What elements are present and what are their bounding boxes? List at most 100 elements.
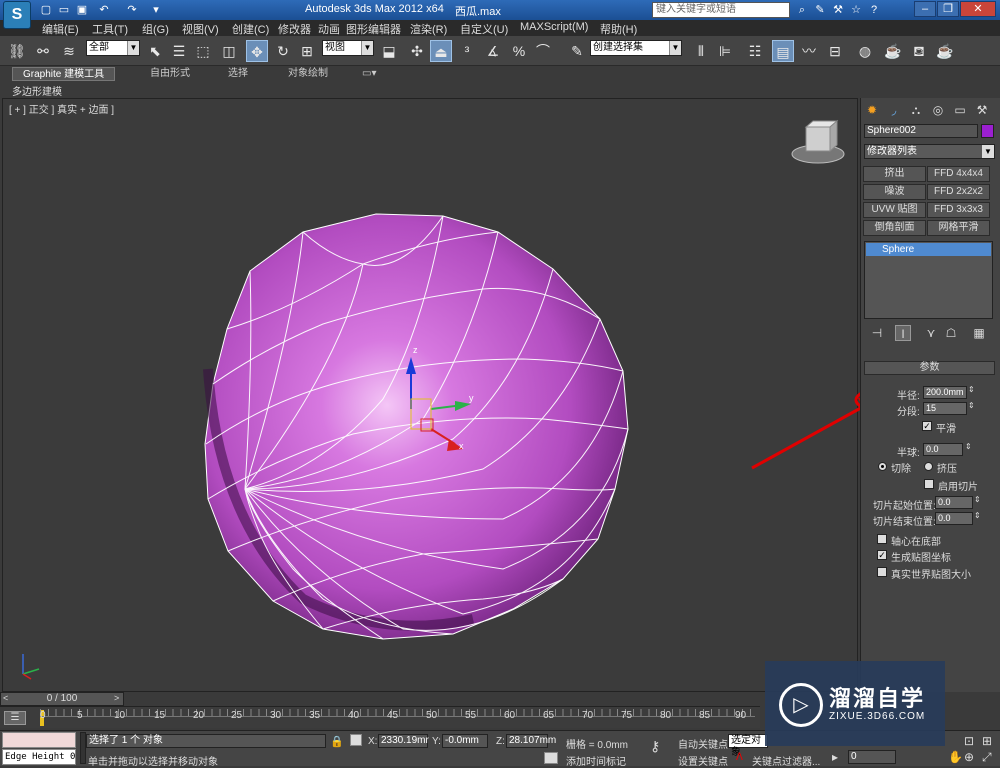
pivot-center-icon[interactable]: ⬓ — [378, 40, 400, 62]
show-end-result-icon[interactable]: I — [895, 325, 911, 341]
x-coordinate-input[interactable]: 2330.19mr — [378, 734, 429, 748]
percent-snap-icon[interactable]: % — [508, 40, 530, 62]
slice-to-spinner-icon[interactable]: ⇕ — [974, 511, 981, 520]
render-frame-icon[interactable]: ⛾ — [908, 40, 930, 62]
menu-modifiers[interactable]: 修改器 — [278, 21, 311, 37]
stack-item-sphere[interactable]: Sphere — [866, 243, 991, 256]
segments-input[interactable]: 15 — [923, 402, 967, 415]
window-crossing-icon[interactable]: ◫ — [218, 40, 240, 62]
play-icon[interactable]: ▸ — [832, 750, 838, 764]
auto-key-button[interactable]: 自动关键点 — [678, 736, 728, 751]
tools-icon[interactable]: ✎ — [812, 2, 828, 18]
maximize-viewport-icon[interactable]: ⤢ — [982, 750, 992, 765]
lock-selection-icon[interactable]: 🔒 — [330, 735, 344, 748]
zoom-extents-icon[interactable]: ⊡ — [964, 734, 974, 748]
panel-polygon-modeling[interactable]: 多边形建模 — [12, 83, 62, 98]
new-icon[interactable]: ▢ — [38, 2, 54, 18]
key-icon[interactable]: ⚷ — [650, 738, 660, 755]
time-tag-icon[interactable] — [544, 752, 558, 764]
motion-tab-icon[interactable]: ◎ — [929, 101, 947, 119]
open-icon[interactable]: ▭ — [56, 2, 72, 18]
orbit-icon[interactable]: ⊕ — [964, 750, 974, 764]
angle-snap-icon[interactable]: ∡ — [482, 40, 504, 62]
pan-icon[interactable]: ✋ — [948, 750, 963, 764]
layer-manager-icon[interactable]: ☷ — [744, 40, 766, 62]
slice-from-input[interactable]: 0.0 — [935, 496, 973, 509]
star-icon[interactable]: ☆ — [848, 2, 864, 18]
wrench-icon[interactable]: ⚒ — [830, 2, 846, 18]
edge-height-field[interactable]: Edge Height 0.0 — [2, 749, 76, 765]
bind-spacewarp-icon[interactable]: ≋ — [58, 40, 80, 62]
time-slider[interactable]: 0 / 100 — [0, 692, 124, 706]
render-setup-icon[interactable]: ☕ — [882, 40, 904, 62]
render-icon[interactable]: ☕ — [934, 40, 956, 62]
minimize-button[interactable]: – — [914, 1, 936, 17]
modifier-extrude-button[interactable]: 挤出 — [863, 166, 926, 182]
track-bar-menu-icon[interactable]: ☰ — [4, 711, 26, 725]
menu-customize[interactable]: 自定义(U) — [460, 21, 508, 37]
tab-object-paint[interactable]: 对象绘制 — [288, 67, 328, 81]
configure-sets-icon[interactable]: ▦ — [971, 325, 987, 341]
help-icon[interactable]: ? — [866, 2, 882, 18]
menu-create[interactable]: 创建(C) — [232, 21, 269, 37]
menu-animation[interactable]: 动画 — [318, 21, 340, 37]
current-frame-input[interactable]: 0 — [848, 750, 896, 764]
utilities-tab-icon[interactable]: ⚒ — [973, 101, 991, 119]
tab-graphite[interactable]: Graphite 建模工具 — [12, 67, 116, 81]
scale-icon[interactable]: ⊞ — [296, 40, 318, 62]
tab-selection[interactable]: 选择 — [228, 67, 248, 81]
make-unique-icon[interactable]: ⋎ — [923, 325, 939, 341]
maxscript-listener[interactable] — [2, 732, 76, 748]
real-world-map-checkbox[interactable] — [877, 567, 887, 577]
graphite-toggle-icon[interactable]: ▤ — [772, 40, 794, 62]
align-icon[interactable]: ⊫ — [714, 40, 736, 62]
radius-input[interactable]: 200.0mm — [923, 386, 967, 399]
object-name-field[interactable]: Sphere002 — [864, 124, 978, 138]
menu-graph-editors[interactable]: 图形编辑器 — [346, 21, 401, 37]
modifier-ffd222-button[interactable]: FFD 2x2x2 — [927, 184, 990, 200]
reference-coord-select[interactable]: 视图 ▼ — [322, 40, 374, 56]
redo-icon[interactable]: ↷ — [124, 2, 140, 18]
select-object-icon[interactable]: ⬉ — [144, 40, 166, 62]
app-logo-icon[interactable]: S — [3, 1, 31, 29]
modifier-bevel-profile-button[interactable]: 倒角剖面 — [863, 220, 926, 236]
base-to-pivot-checkbox[interactable] — [877, 534, 887, 544]
hemisphere-input[interactable]: 0.0 — [923, 443, 963, 456]
pin-stack-icon[interactable]: ⊣ — [869, 325, 885, 341]
selected-objects-select[interactable]: 选定对象 — [728, 734, 768, 758]
curve-editor-icon[interactable]: 〰 — [798, 40, 820, 62]
hierarchy-tab-icon[interactable]: ⛬ — [907, 101, 925, 119]
y-coordinate-input[interactable]: -0.0mm — [442, 734, 488, 748]
display-tab-icon[interactable]: ▭ — [951, 101, 969, 119]
close-button[interactable]: ✕ — [960, 1, 996, 17]
edit-named-selection-icon[interactable]: ✎ — [566, 40, 588, 62]
slice-on-checkbox[interactable] — [924, 479, 934, 489]
modifier-uvw-button[interactable]: UVW 贴图 — [863, 202, 926, 218]
menu-help[interactable]: 帮助(H) — [600, 21, 637, 37]
mirror-icon[interactable]: ⫴ — [690, 40, 712, 62]
quick-access-dropdown-icon[interactable]: ▾ — [148, 2, 164, 18]
link-icon[interactable]: ⛓ — [6, 40, 28, 62]
next-frame-icon[interactable]: > — [114, 693, 119, 703]
radius-spinner-icon[interactable]: ⇕ — [968, 385, 975, 394]
modifier-ffd333-button[interactable]: FFD 3x3x3 — [927, 202, 990, 218]
undo-icon[interactable]: ↶ — [96, 2, 112, 18]
restore-button[interactable]: ❐ — [937, 1, 959, 17]
modify-tab-icon[interactable]: ◞ — [885, 101, 903, 119]
menu-maxscript[interactable]: MAXScript(M) — [520, 21, 588, 33]
select-by-name-icon[interactable]: ☰ — [168, 40, 190, 62]
hemisphere-spinner-icon[interactable]: ⇕ — [965, 442, 972, 451]
ribbon-options-icon[interactable]: ▭▾ — [362, 67, 376, 81]
menu-group[interactable]: 组(G) — [142, 21, 169, 37]
modifier-list-select[interactable]: 修改器列表 ▼ — [864, 144, 995, 159]
save-icon[interactable]: ▣ — [74, 2, 90, 18]
prev-frame-icon[interactable]: < — [3, 693, 8, 703]
z-coordinate-input[interactable]: 28.107mm — [506, 734, 556, 748]
parameters-rollout-header[interactable]: 参数 — [864, 361, 995, 375]
schematic-view-icon[interactable]: ⊟ — [824, 40, 846, 62]
named-selection-select[interactable]: 创建选择集 ▼ — [590, 40, 682, 56]
rotate-icon[interactable]: ↻ — [272, 40, 294, 62]
unlink-icon[interactable]: ⚯ — [32, 40, 54, 62]
absolute-mode-icon[interactable] — [350, 734, 362, 746]
gen-mapping-checkbox[interactable]: ✓ — [877, 550, 887, 560]
